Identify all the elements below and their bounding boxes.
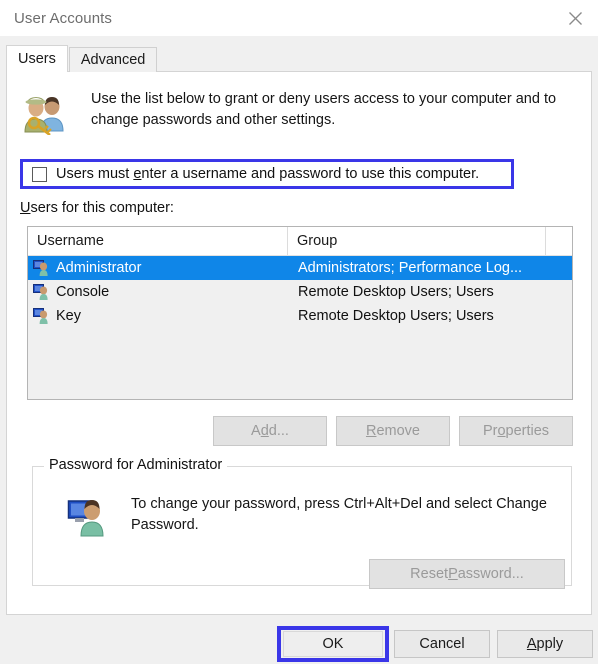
reset-password-label-part2: assword...	[457, 566, 524, 582]
row-group: Remote Desktop Users; Users	[298, 284, 494, 300]
require-login-checkbox[interactable]	[32, 166, 47, 182]
require-login-label-part1: Users must	[56, 166, 134, 182]
user-icon	[33, 307, 51, 325]
apply-button[interactable]: Apply	[497, 630, 593, 658]
add-button-label-part2: d...	[268, 423, 289, 439]
row-username: Key	[56, 308, 81, 324]
add-button-label-part1: A	[251, 423, 261, 439]
reset-password-accel: P	[448, 566, 458, 582]
row-username: Administrator	[56, 260, 142, 276]
properties-button-label-part1: Pr	[482, 423, 498, 439]
properties-button-label-part2: perties	[505, 423, 550, 439]
users-list-header: Username Group	[28, 227, 572, 256]
row-username: Console	[56, 284, 110, 300]
description-row: Use the list below to grant or deny user…	[21, 89, 581, 137]
table-row[interactable]: Administrator Administrators; Performanc…	[28, 256, 572, 280]
remove-button[interactable]: Remove	[336, 416, 450, 446]
password-info-text: To change your password, press Ctrl+Alt+…	[131, 496, 547, 533]
row-group: Remote Desktop Users; Users	[298, 308, 494, 324]
remove-button-accel: R	[365, 423, 377, 439]
column-header-group[interactable]: Group	[288, 227, 546, 255]
ok-button-highlight: OK	[277, 626, 389, 662]
cancel-button-label: Cancel	[419, 636, 465, 652]
properties-button-accel: o	[497, 423, 506, 439]
users-list[interactable]: Username Group Administrator Administrat…	[27, 226, 573, 400]
users-list-body: Administrator Administrators; Performanc…	[28, 256, 572, 399]
table-row[interactable]: Console Remote Desktop Users; Users	[28, 280, 572, 304]
ok-button-label: OK	[322, 636, 344, 652]
list-caption: Users for this computer:	[20, 200, 174, 216]
two-users-key-icon	[21, 91, 67, 137]
apply-button-label: pply	[536, 636, 564, 652]
password-info-row: To change your password, press Ctrl+Alt+…	[67, 494, 567, 538]
tab-strip: Users Advanced	[6, 45, 592, 72]
require-login-label-part2: nter a username and password to use this…	[141, 166, 480, 182]
user-action-buttons: Ad d... Remove Pr o perties	[213, 416, 573, 446]
password-group-legend: Password for Administrator	[44, 457, 228, 473]
add-button-accel: d	[260, 423, 269, 439]
require-login-label: Users must enter a username and password…	[56, 166, 479, 182]
require-login-highlight: Users must enter a username and password…	[20, 159, 514, 189]
reset-password-label-part1: Reset	[410, 566, 449, 582]
apply-button-accel: A	[526, 636, 537, 652]
cancel-button[interactable]: Cancel	[394, 630, 490, 658]
title-bar: User Accounts	[0, 0, 598, 36]
list-caption-rest: sers for this computer:	[30, 200, 174, 216]
list-caption-accel: U	[20, 200, 31, 216]
user-icon	[33, 283, 51, 301]
column-header-spacer	[546, 227, 572, 255]
close-button[interactable]	[552, 0, 598, 36]
table-row[interactable]: Key Remote Desktop Users; Users	[28, 304, 572, 328]
tab-advanced[interactable]: Advanced	[68, 47, 158, 72]
properties-button[interactable]: Pr o perties	[459, 416, 573, 446]
remove-button-label-part2: emove	[376, 423, 420, 439]
reset-password-button[interactable]: Reset Password...	[369, 559, 565, 589]
user-icon	[33, 259, 51, 277]
column-header-username[interactable]: Username	[28, 227, 288, 255]
close-icon	[568, 11, 583, 26]
user-accounts-dialog: User Accounts Users Advanced Use the lis…	[0, 0, 598, 664]
tab-users[interactable]: Users	[6, 45, 68, 72]
description-text: Use the list below to grant or deny user…	[91, 91, 557, 128]
tab-users-label: Users	[18, 51, 56, 67]
add-button[interactable]: Ad d...	[213, 416, 327, 446]
window-title: User Accounts	[14, 9, 113, 27]
user-monitor-icon	[67, 496, 109, 538]
users-tab-panel: Use the list below to grant or deny user…	[6, 71, 592, 615]
ok-button[interactable]: OK	[283, 631, 383, 657]
row-group: Administrators; Performance Log...	[298, 260, 523, 276]
tab-advanced-label: Advanced	[80, 52, 146, 68]
